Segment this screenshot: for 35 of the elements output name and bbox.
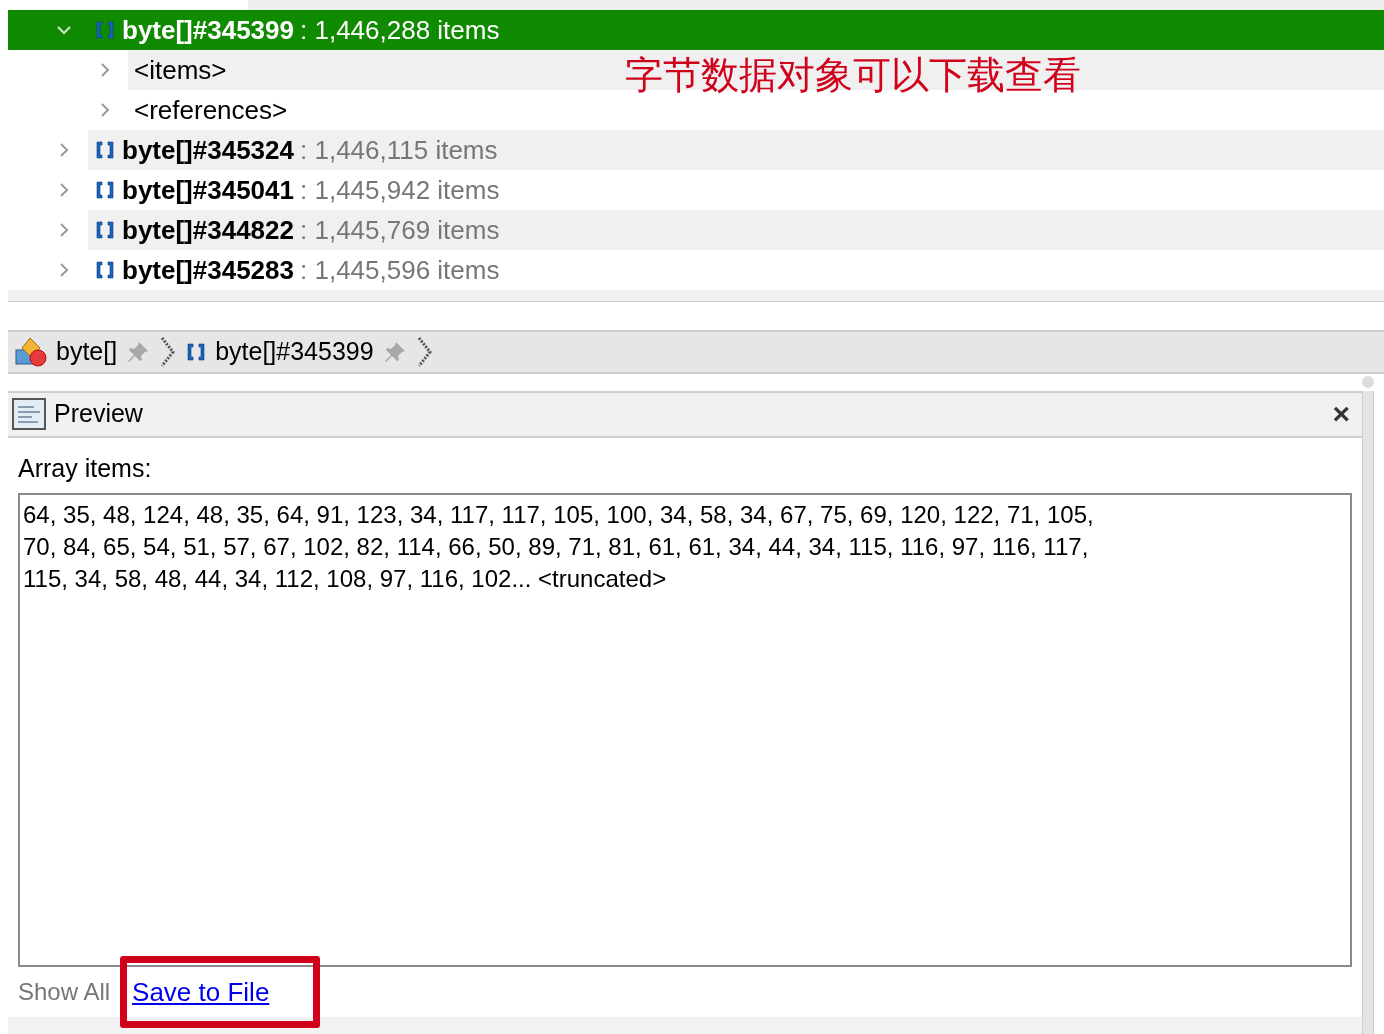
- array-items-text-area[interactable]: 64, 35, 48, 124, 48, 35, 64, 91, 123, 34, 117, 117, 105, 100, 34, 58, 34, 67, 75, 69, 120, 122, 71, 105, 70, 84, 65, 54, 51, 57, 67, 102, 82, 114, 66, 50, 89, 71, 81, 61, 61, 34, 44, 34, 115, 116, 97, 116, 117, 115, 34, 58, 48, 44, 34, 112, 108, 97, 116, 102... <truncated>: [18, 493, 1352, 967]
- show-all-link[interactable]: Show All: [18, 974, 111, 1010]
- node-label: byte[]#345399: [122, 13, 294, 47]
- node-detail: : 1,445,769 items: [300, 213, 500, 247]
- field-label: Array items:: [18, 452, 153, 484]
- array-icon: [94, 260, 116, 281]
- tree-row[interactable]: byte[]#345399 : 1,446,288 items: [8, 10, 1384, 51]
- close-button[interactable]: ×: [1324, 399, 1358, 429]
- panel-title: Preview: [54, 398, 144, 430]
- node-detail: : 1,445,942 items: [300, 173, 500, 207]
- array-icon: [94, 140, 116, 161]
- node-label: <references>: [134, 93, 288, 127]
- tree-row[interactable]: byte[]#345283 : 1,445,596 items: [8, 250, 1384, 291]
- node-detail: : 1,445,596 items: [300, 253, 500, 287]
- breadcrumb-item[interactable]: byte[]: [56, 333, 118, 371]
- node-label: <items>: [134, 53, 227, 87]
- node-label: byte[]#344822: [122, 213, 294, 247]
- node-detail: : 1,446,288 items: [300, 13, 500, 47]
- breadcrumb-item[interactable]: byte[]#345399: [215, 333, 374, 371]
- breadcrumb-separator-icon: [159, 336, 178, 369]
- array-icon: [185, 342, 208, 363]
- scrollbar[interactable]: [1362, 390, 1374, 1034]
- tree-row[interactable]: byte[]#345041 : 1,445,942 items: [8, 170, 1384, 211]
- node-label: byte[]#345041: [122, 173, 294, 207]
- breadcrumb-separator-icon: [415, 336, 434, 369]
- array-icon: [94, 220, 116, 241]
- document-icon: [12, 398, 46, 430]
- save-to-file-link[interactable]: Save to File: [132, 972, 270, 1012]
- node-detail: : 1,446,115 items: [300, 133, 498, 167]
- node-label: byte[]#345283: [122, 253, 294, 287]
- array-icon: [94, 20, 116, 41]
- class-icon: [14, 336, 48, 369]
- annotation-text: 字节数据对象可以下载查看: [625, 52, 1081, 100]
- array-icon: [94, 180, 116, 201]
- node-label: byte[]#345324: [122, 133, 294, 167]
